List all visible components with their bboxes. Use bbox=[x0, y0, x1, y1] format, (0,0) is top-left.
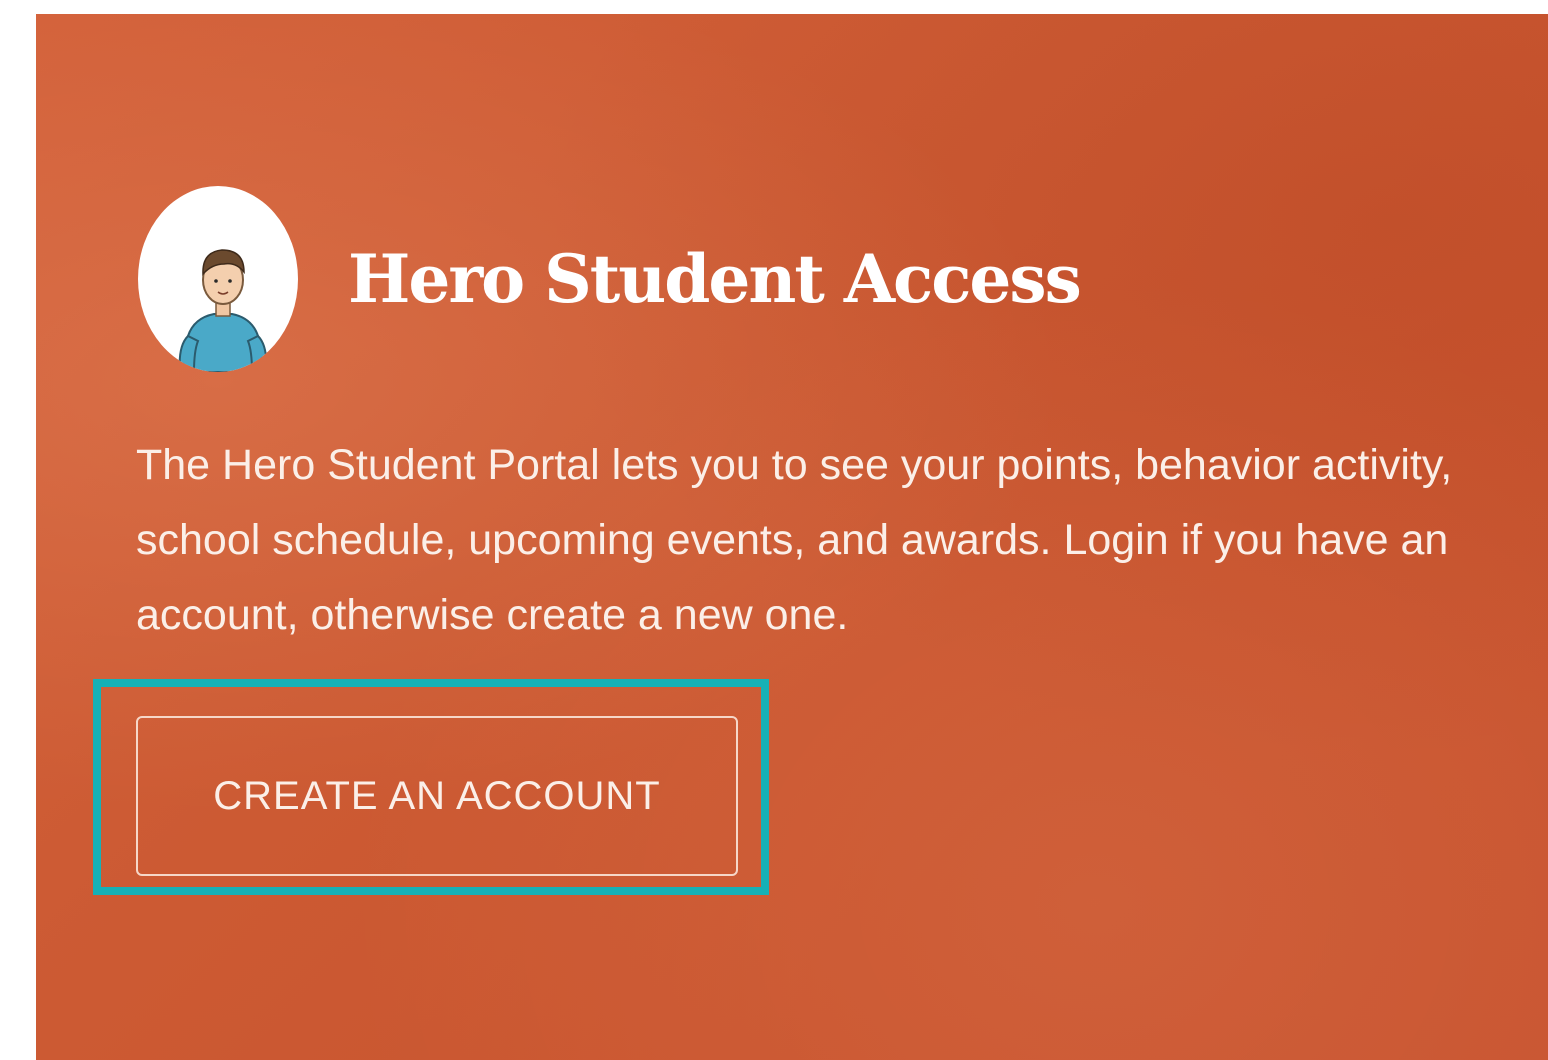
page: Hero Student Access The Hero Student Por… bbox=[0, 0, 1548, 1060]
portal-header: Hero Student Access bbox=[138, 186, 1082, 372]
page-title: Hero Student Access bbox=[348, 240, 1082, 318]
create-account-button[interactable]: CREATE AN ACCOUNT bbox=[136, 716, 738, 876]
portal-description: The Hero Student Portal lets you to see … bbox=[136, 441, 1453, 639]
student-avatar-icon bbox=[138, 186, 298, 372]
student-figure-icon bbox=[178, 249, 268, 372]
